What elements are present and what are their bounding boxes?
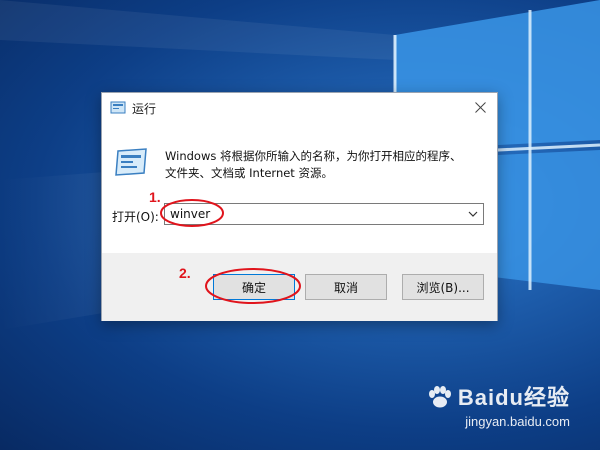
dropdown-arrow-icon[interactable] — [467, 208, 479, 220]
cancel-button[interactable]: 取消 — [305, 274, 387, 300]
dialog-title: 运行 — [132, 102, 157, 116]
dialog-description: Windows 将根据你所输入的名称，为你打开相应的程序、 文件夹、文档或 In… — [165, 148, 485, 182]
ok-button[interactable]: 确定 — [213, 274, 295, 300]
close-button[interactable] — [463, 93, 497, 121]
run-app-icon — [115, 148, 147, 176]
close-icon — [474, 101, 486, 113]
watermark-brand: Baidu经验 — [427, 380, 570, 412]
watermark-brand-text: Baidu经验 — [457, 385, 570, 410]
watermark-url: jingyan.baidu.com — [465, 414, 570, 429]
annotation-step-1: 1. — [149, 189, 161, 205]
open-input-value[interactable]: winver — [170, 207, 210, 221]
description-line-2: 文件夹、文档或 Internet 资源。 — [165, 166, 333, 180]
desktop-background: 运行 Windows 将根据你所输入的名称，为你打开相应的程序、 文件夹、文档或… — [0, 0, 600, 450]
open-label: 打开(O): — [112, 210, 159, 224]
watermark: Baidu经验 jingyan.baidu.com — [427, 380, 570, 429]
title-bar[interactable]: 运行 — [102, 93, 497, 123]
run-app-icon — [110, 101, 126, 114]
baidu-paw-icon — [428, 386, 451, 408]
annotation-step-2: 2. — [179, 265, 191, 281]
browse-button[interactable]: 浏览(B)... — [402, 274, 484, 300]
open-combobox[interactable]: winver — [164, 203, 484, 225]
description-line-1: Windows 将根据你所输入的名称，为你打开相应的程序、 — [165, 149, 462, 163]
run-dialog: 运行 Windows 将根据你所输入的名称，为你打开相应的程序、 文件夹、文档或… — [101, 92, 498, 321]
